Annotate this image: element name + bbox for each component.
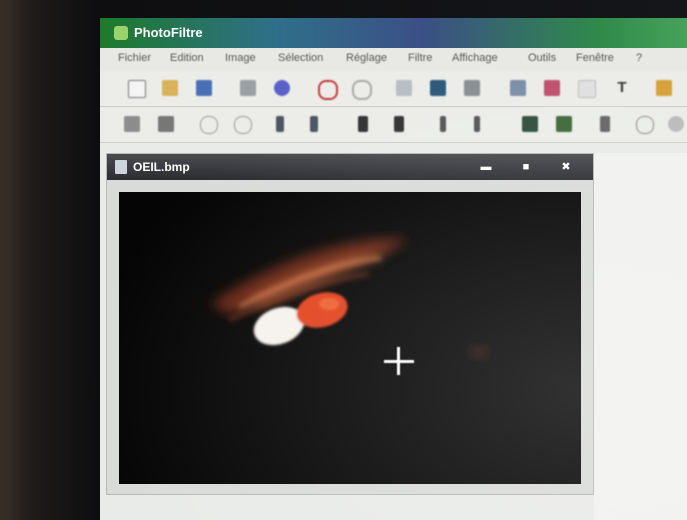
duplicate-icon[interactable] bbox=[510, 80, 526, 96]
workspace-background bbox=[594, 153, 687, 520]
menu-reglage[interactable]: Réglage bbox=[346, 52, 387, 64]
close-button[interactable]: ✖ bbox=[559, 161, 573, 173]
paste-image-icon[interactable] bbox=[430, 80, 446, 96]
crop-right-icon[interactable] bbox=[474, 116, 480, 132]
flip-h-icon[interactable] bbox=[358, 116, 368, 132]
menu-outils[interactable]: Outils bbox=[528, 52, 556, 64]
screen: PhotoFiltre Fichier Edition Image Sélect… bbox=[100, 18, 687, 520]
new-file-icon[interactable] bbox=[128, 80, 146, 98]
image-size-icon[interactable] bbox=[544, 80, 560, 96]
redo-icon[interactable] bbox=[352, 80, 372, 100]
image-file-icon bbox=[115, 160, 127, 174]
monitor-bezel bbox=[0, 0, 100, 520]
toolbar-tools bbox=[100, 108, 687, 143]
filter-green-icon[interactable] bbox=[556, 116, 572, 132]
clipboard-icon[interactable] bbox=[464, 80, 480, 96]
undo-icon[interactable] bbox=[318, 80, 338, 100]
monitor-photo: PhotoFiltre Fichier Edition Image Sélect… bbox=[0, 0, 687, 520]
menu-edition[interactable]: Edition bbox=[170, 52, 204, 64]
menu-filtre[interactable]: Filtre bbox=[408, 52, 432, 64]
document-title-bar[interactable]: OEIL.bmp ▬ ■ ✖ bbox=[107, 154, 593, 180]
toolbar-main: T bbox=[100, 72, 687, 107]
palette-icon[interactable] bbox=[656, 80, 672, 96]
flip-v-icon[interactable] bbox=[394, 116, 404, 132]
minimize-button[interactable]: ▬ bbox=[479, 161, 493, 173]
contrast-icon[interactable] bbox=[600, 116, 610, 132]
menu-help[interactable]: ? bbox=[636, 52, 642, 64]
open-folder-icon[interactable] bbox=[162, 80, 178, 96]
image-canvas[interactable] bbox=[119, 192, 581, 484]
photofiltre-logo-icon bbox=[114, 26, 128, 40]
app-title-bar: PhotoFiltre bbox=[100, 18, 687, 48]
copy-icon[interactable] bbox=[396, 80, 412, 96]
filter-grid-icon[interactable] bbox=[522, 116, 538, 132]
crop-left-icon[interactable] bbox=[440, 116, 446, 132]
crosshair-cursor-bar bbox=[384, 360, 414, 363]
rotate-left-icon[interactable] bbox=[276, 116, 284, 132]
document-title: OEIL.bmp bbox=[133, 160, 190, 174]
transform-icon[interactable] bbox=[124, 116, 140, 132]
maximize-button[interactable]: ■ bbox=[519, 161, 533, 173]
menu-selection[interactable]: Sélection bbox=[278, 52, 323, 64]
canvas-icon[interactable] bbox=[578, 80, 596, 98]
save-icon[interactable] bbox=[196, 80, 212, 96]
eye-image bbox=[211, 238, 489, 359]
menu-fenetre[interactable]: Fenêtre bbox=[576, 52, 614, 64]
drop-icon[interactable] bbox=[636, 116, 654, 134]
document-window: OEIL.bmp ▬ ■ ✖ bbox=[106, 153, 594, 495]
scan-icon[interactable] bbox=[274, 80, 290, 96]
menu-fichier[interactable]: Fichier bbox=[118, 52, 151, 64]
zoom-out-icon[interactable] bbox=[234, 116, 252, 134]
zoom-in-icon[interactable] bbox=[200, 116, 218, 134]
menu-affichage[interactable]: Affichage bbox=[452, 52, 498, 64]
menu-image[interactable]: Image bbox=[225, 52, 256, 64]
app-title: PhotoFiltre bbox=[134, 25, 203, 40]
resize-icon[interactable] bbox=[158, 116, 174, 132]
menu-bar: Fichier Edition Image Sélection Réglage … bbox=[100, 48, 687, 70]
brightness-icon[interactable] bbox=[668, 116, 684, 132]
print-icon[interactable] bbox=[240, 80, 256, 96]
text-icon[interactable]: T bbox=[614, 80, 630, 96]
rotate-right-icon[interactable] bbox=[310, 116, 318, 132]
